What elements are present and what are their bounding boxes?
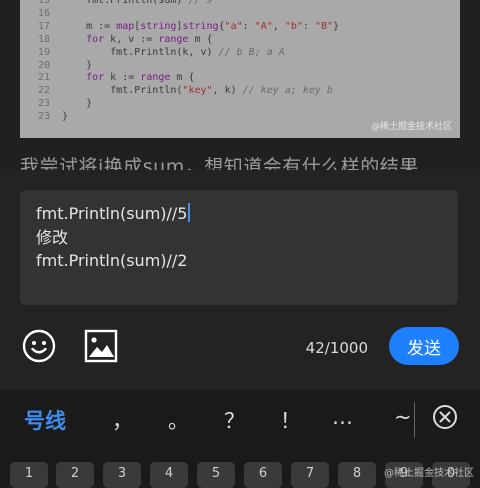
comment-input-text[interactable]: fmt.Println(sum)//5 修改 fmt.Println(sum)/… bbox=[36, 202, 190, 273]
code-text: fmt.Println(k, v) // b B; a A bbox=[62, 46, 285, 58]
candidate-word[interactable]: 号线 bbox=[24, 405, 66, 435]
line-number: 18 bbox=[37, 33, 50, 45]
key-4[interactable]: 4 bbox=[150, 462, 188, 488]
line-number: 22 bbox=[37, 85, 50, 97]
line-number: 23 bbox=[37, 98, 50, 110]
candidate-separator bbox=[414, 402, 415, 438]
char-counter: 42/1000 bbox=[305, 339, 368, 357]
input-line-3: fmt.Println(sum)//2 bbox=[36, 251, 188, 270]
image-icon[interactable] bbox=[84, 329, 118, 363]
code-screenshot: 15 fmt.Println(sum) // 9 16 17 m := map[st… bbox=[20, 0, 460, 138]
symbol-ellipsis[interactable]: … bbox=[332, 405, 353, 429]
code-line: 21 for k := range m { bbox=[28, 72, 339, 85]
code-text: fmt.Println("key", k) // key a; key b bbox=[62, 85, 333, 97]
line-number: 15 bbox=[37, 0, 50, 6]
code-line: 20 } bbox=[28, 60, 339, 73]
code-line: 23 } bbox=[28, 98, 339, 111]
line-number: 19 bbox=[37, 46, 50, 58]
key-3[interactable]: 3 bbox=[103, 462, 141, 488]
input-line-2: 修改 bbox=[36, 227, 69, 247]
send-button[interactable]: 发送 bbox=[389, 327, 459, 365]
code-text: fmt.Println(sum) // 9 bbox=[62, 0, 213, 6]
line-number: 16 bbox=[37, 7, 50, 19]
symbol-period[interactable]: 。 bbox=[168, 405, 189, 435]
code-line: 17 m := map[string]string{"a": "A", "b":… bbox=[28, 21, 339, 34]
symbol-tilde[interactable]: ~ bbox=[394, 405, 412, 429]
symbol-exclaim[interactable]: ！ bbox=[280, 405, 301, 435]
article-paragraph: 我尝试将i换成sum，想知道会有什么样的结果 bbox=[20, 156, 419, 170]
code-text: for k := range m { bbox=[86, 72, 195, 84]
code-text: } bbox=[62, 111, 69, 123]
code-line: 23} bbox=[28, 111, 339, 124]
keyboard-watermark: @稀土掘金技术社区 bbox=[384, 468, 474, 479]
keyboard: 号线 ， 。 ？ ！ … ~ 1 2 3 4 5 6 7 8 9 0 @稀土掘金… bbox=[0, 390, 480, 488]
text-caret bbox=[188, 203, 190, 222]
key-8[interactable]: 8 bbox=[338, 462, 376, 488]
delete-circle-x-icon[interactable] bbox=[432, 404, 458, 430]
code-text: for k, v := range m { bbox=[86, 33, 213, 45]
code-watermark: @稀土掘金技术社区 bbox=[370, 122, 452, 132]
code-line: 16 bbox=[28, 8, 339, 21]
code-line: 22 fmt.Println("key", k) // key a; key b bbox=[28, 85, 339, 98]
code-text: m := map[string]string{"a": "A", "b": "B… bbox=[62, 20, 340, 32]
code-line: 19 fmt.Println(k, v) // b B; a A bbox=[28, 47, 339, 60]
code-line: 18 for k, v := range m { bbox=[28, 34, 339, 47]
code-text: } bbox=[62, 59, 93, 71]
comment-panel: fmt.Println(sum)//5 修改 fmt.Println(sum)/… bbox=[0, 170, 480, 390]
symbol-question[interactable]: ？ bbox=[224, 405, 245, 435]
line-number: 17 bbox=[37, 20, 50, 32]
comment-input[interactable]: fmt.Println(sum)//5 修改 fmt.Println(sum)/… bbox=[20, 190, 458, 305]
key-2[interactable]: 2 bbox=[56, 462, 94, 488]
key-5[interactable]: 5 bbox=[197, 462, 235, 488]
smiley-icon[interactable] bbox=[22, 329, 56, 363]
line-number: 23 bbox=[37, 111, 50, 123]
symbol-comma[interactable]: ， bbox=[112, 405, 133, 435]
code-block: 15 fmt.Println(sum) // 9 16 17 m := map[st… bbox=[28, 0, 339, 124]
line-number: 21 bbox=[37, 72, 50, 84]
key-6[interactable]: 6 bbox=[244, 462, 282, 488]
key-1[interactable]: 1 bbox=[10, 462, 48, 488]
input-line-1: fmt.Println(sum)//5 bbox=[36, 204, 188, 223]
code-text: } bbox=[62, 98, 93, 110]
article-background: 15 fmt.Println(sum) // 9 16 17 m := map[st… bbox=[0, 0, 480, 170]
line-number: 20 bbox=[37, 59, 50, 71]
code-line: 15 fmt.Println(sum) // 9 bbox=[28, 0, 339, 8]
key-7[interactable]: 7 bbox=[291, 462, 329, 488]
